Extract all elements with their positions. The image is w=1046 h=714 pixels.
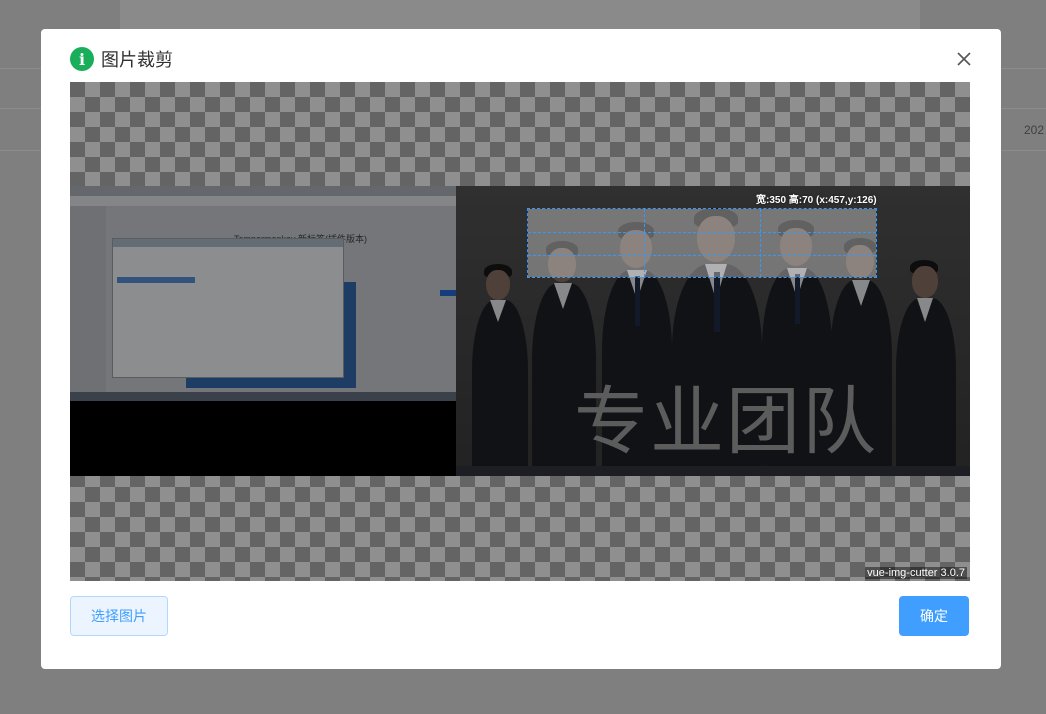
confirm-button[interactable]: 确定 xyxy=(899,596,969,636)
background-cell-text: 202 xyxy=(1024,123,1045,137)
person-head xyxy=(912,266,938,298)
image-crop-dialog: i 图片裁剪 Tampermonkey 新标签(插件版本) xyxy=(41,29,1001,669)
person-body xyxy=(896,298,956,474)
choose-image-button[interactable]: 选择图片 xyxy=(70,596,168,636)
close-icon xyxy=(957,52,971,66)
dialog-title: 图片裁剪 xyxy=(101,50,173,70)
crop-size-info: 宽:350 高:70 (x:457,y:126) xyxy=(756,195,877,206)
image-left-screenshot: Tampermonkey 新标签(插件版本) xyxy=(70,186,456,476)
image-left-selection xyxy=(117,277,195,283)
image-left-taskbar xyxy=(70,392,456,401)
version-label: vue-img-cutter 3.0.7 xyxy=(865,567,967,579)
person-body xyxy=(472,300,528,476)
image-cutter-canvas[interactable]: Tampermonkey 新标签(插件版本) xyxy=(70,82,970,581)
image-right-taskbar xyxy=(456,466,970,476)
dialog-header: i 图片裁剪 xyxy=(70,46,173,72)
info-circle-icon: i xyxy=(70,47,94,71)
image-left-black-area xyxy=(70,401,456,476)
crop-guide-line xyxy=(644,209,645,277)
crop-guide-line xyxy=(528,232,876,233)
image-left-tabs xyxy=(70,186,456,196)
image-left-dialog-window xyxy=(112,238,344,378)
person-head xyxy=(486,270,510,300)
image-left-sidebar xyxy=(70,206,106,401)
person-tie xyxy=(795,274,800,324)
crop-selection-box[interactable] xyxy=(527,208,877,278)
person-tie xyxy=(714,272,720,332)
close-button[interactable] xyxy=(955,50,973,68)
image-left-address-bar xyxy=(70,196,456,206)
crop-guide-line xyxy=(528,255,876,256)
image-left-dialog-titlebar xyxy=(113,239,343,247)
background-card xyxy=(120,0,920,30)
person-tie xyxy=(635,276,640,326)
image-slogan-text: 专业团队 xyxy=(574,379,878,465)
crop-box-highlight xyxy=(528,209,876,277)
image-left-blue-bar xyxy=(440,290,456,296)
crop-guide-line xyxy=(760,209,761,277)
